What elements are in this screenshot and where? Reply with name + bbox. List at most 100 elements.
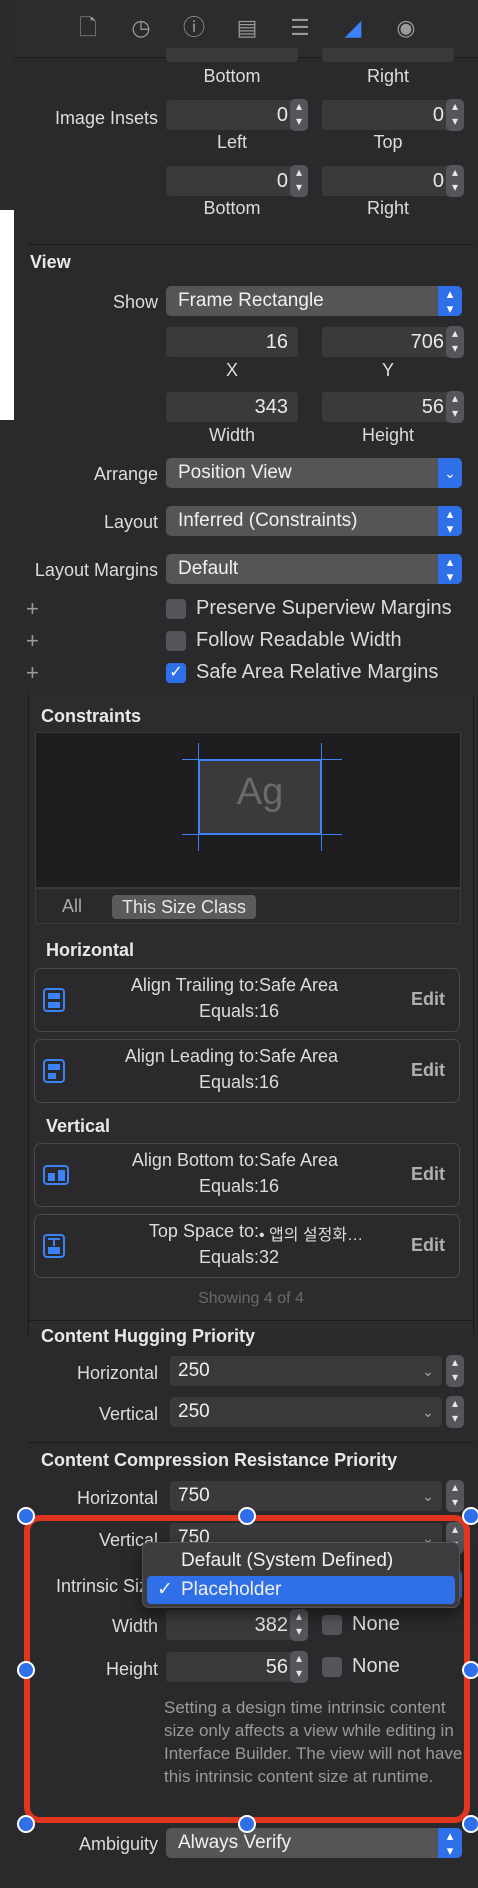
follow-readable-width-checkbox[interactable] [166,631,186,651]
image-inset-right-stepper[interactable]: ▴ ▾ [446,165,464,197]
y-caption: Y [381,360,394,380]
selection-handle[interactable] [462,1815,478,1833]
history-icon[interactable]: ◷ [127,14,155,42]
show-popup[interactable]: Frame Rectangle ▴ ▾ [166,286,462,316]
horizontal-title: Horizontal [46,940,134,960]
compression-horizontal-popup[interactable]: 750 ⌄ [170,1481,442,1511]
arrange-popup[interactable]: Position View ⌄ [166,458,462,488]
identity-icon[interactable]: ▤ [233,14,261,42]
height-field[interactable]: 56 [322,392,454,422]
divider [28,1320,474,1321]
selection-handle[interactable] [238,1815,256,1833]
connections-icon[interactable]: ◉ [392,14,420,42]
hugging-section-title: Content Hugging Priority [41,1326,255,1346]
highlight-annotation [24,1515,470,1823]
constraints-preview: Ag [35,732,461,888]
canvas-edge [0,0,14,1888]
image-inset-right-caption: Right [366,198,410,218]
constraint-label: Align Bottom to: [131,1150,259,1170]
help-icon[interactable]: ⓘ [180,14,208,42]
constraint-align-trailing[interactable]: Align Trailing to: Safe Area Equals: 16 … [34,968,460,1032]
layout-value: Inferred (Constraints) [178,510,358,531]
image-inset-left-field[interactable]: 0 [166,100,298,130]
arrange-value: Position View [178,462,292,483]
image-inset-bottom-field[interactable]: 0 [166,166,298,196]
constraint-label: Top Space to: [148,1221,259,1241]
constraint-label: Align Trailing to: [130,975,259,995]
compression-horizontal-value: 750 [178,1485,210,1506]
constraint-align-leading[interactable]: Align Leading to: Safe Area Equals: 16 E… [34,1039,460,1103]
add-variation-button[interactable]: + [26,660,39,686]
y-field[interactable]: 706 [322,327,454,357]
selection-handle[interactable] [17,1815,35,1833]
selection-handle[interactable] [462,1507,478,1525]
seg-all[interactable]: All [62,896,82,917]
constraint-align-bottom[interactable]: Align Bottom to: Safe Area Equals: 16 Ed… [34,1143,460,1207]
size-class-segment: All This Size Class [35,888,461,924]
hugging-vertical-popup[interactable]: 250 ⌄ [170,1397,442,1427]
layout-margins-label: Layout Margins [34,560,158,580]
popup-arrows-icon: ▴▾ [438,1828,462,1858]
edit-button[interactable]: Edit [411,1164,445,1185]
chevron-down-icon: ⌄ [422,1404,434,1420]
compression-horizontal-stepper[interactable]: ▴ ▾ [446,1480,464,1512]
popup-arrows-icon: ▴▾ [438,506,462,536]
constraint-equals-label: Equals: [198,1176,259,1196]
edit-button[interactable]: Edit [411,1060,445,1081]
compression-section-title: Content Compression Resistance Priority [41,1450,398,1470]
chevron-down-icon: ⌄ [438,458,462,488]
align-bottom-icon [43,1165,69,1185]
arrange-label: Arrange [93,464,158,484]
show-value: Frame Rectangle [178,290,324,311]
constraints-section-title: Constraints [41,706,142,726]
constraint-equals-label: Equals: [198,1247,259,1267]
inset-bottom-caption: Bottom [203,66,261,86]
image-inset-bottom-stepper[interactable]: ▴ ▾ [290,165,308,197]
hugging-vertical-value: 250 [178,1401,210,1422]
chevron-down-icon: ⌄ [422,1488,434,1504]
popup-arrows-icon: ▴▾ [438,554,462,584]
divider [28,244,474,245]
image-inset-top-stepper[interactable]: ▴ ▾ [446,99,464,131]
layout-popup[interactable]: Inferred (Constraints) ▴ ▾ [166,506,462,536]
selection-handle[interactable] [17,1661,35,1679]
top-space-icon [43,1234,65,1258]
show-label: Show [112,292,158,312]
edit-button[interactable]: Edit [411,989,445,1010]
constraint-equals-label: Equals: [198,1001,259,1021]
selection-handle[interactable] [238,1507,256,1525]
selection-handle[interactable] [462,1661,478,1679]
height-caption: Height [361,425,415,445]
x-field[interactable]: 16 [166,327,298,357]
image-inset-right-field[interactable]: 0 [322,166,454,196]
size-ruler-icon[interactable]: ◢ [339,14,367,42]
hugging-vertical-stepper[interactable]: ▴ ▾ [446,1396,464,1428]
content-inset-bottom-field[interactable] [166,48,298,62]
layout-margins-value: Default [178,558,239,579]
edit-button[interactable]: Edit [411,1235,445,1256]
constraint-value: 16 [259,1001,280,1021]
add-variation-button[interactable]: + [26,628,39,654]
constraint-target: Safe Area [259,1150,339,1170]
image-inset-top-field[interactable]: 0 [322,100,454,130]
safe-area-relative-margins-checkbox[interactable]: ✓ [166,663,186,683]
y-stepper[interactable]: ▴ ▾ [446,326,464,358]
hugging-horizontal-popup[interactable]: 250 ⌄ [170,1356,442,1386]
ambiguity-label: Ambiguity [78,1834,158,1854]
ambiguity-popup[interactable]: Always Verify ▴ ▾ [166,1828,462,1858]
content-inset-right-field[interactable] [322,48,454,62]
add-variation-button[interactable]: + [26,596,39,622]
file-icon[interactable]: 🗋 [74,14,102,42]
selection-handle[interactable] [17,1507,35,1525]
seg-this-size-class[interactable]: This Size Class [112,895,257,919]
height-stepper[interactable]: ▴ ▾ [446,391,464,423]
layout-margins-popup[interactable]: Default ▴ ▾ [166,554,462,584]
image-inset-left-stepper[interactable]: ▴ ▾ [290,99,308,131]
attributes-icon[interactable]: ☰ [286,14,314,42]
hugging-horizontal-stepper[interactable]: ▴ ▾ [446,1355,464,1387]
width-field[interactable]: 343 [166,392,298,422]
hugging-horizontal-label: Horizontal [76,1363,158,1383]
ambiguity-value: Always Verify [178,1832,291,1853]
preserve-superview-margins-checkbox[interactable] [166,599,186,619]
constraint-top-space[interactable]: Top Space to: • 앱의 설정화… Equals: 32 Edit [34,1214,460,1278]
